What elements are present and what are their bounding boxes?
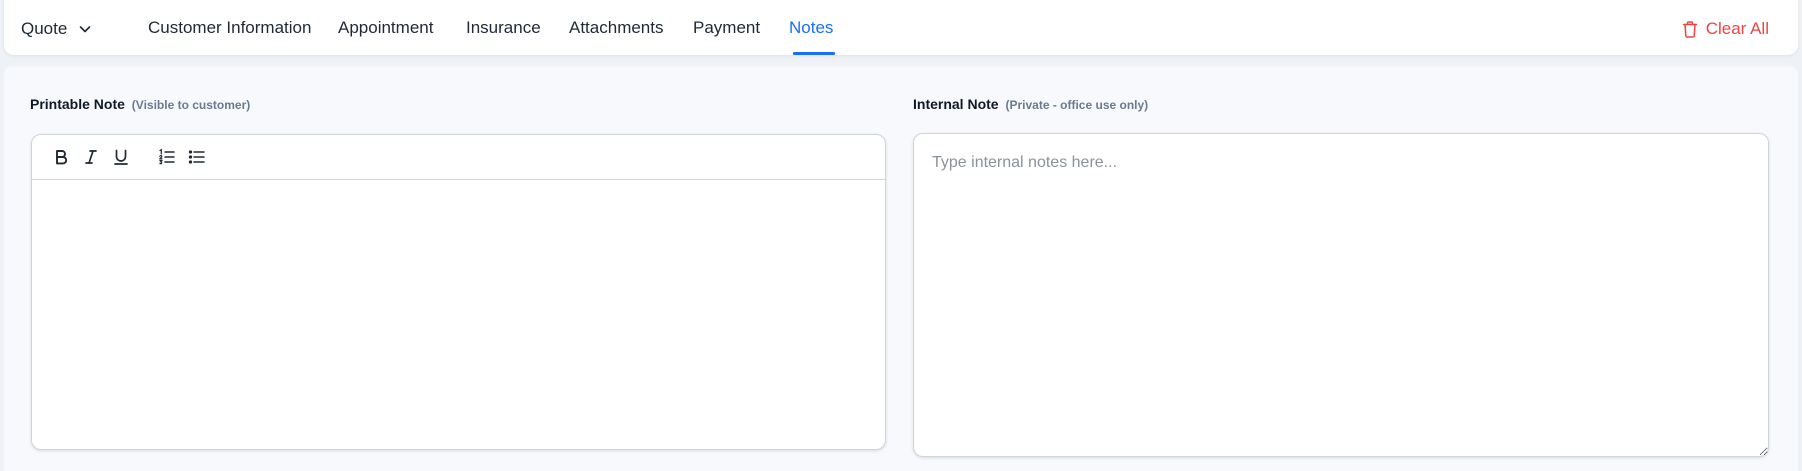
printable-note-body[interactable] [32,180,885,449]
bold-button[interactable] [46,142,76,172]
italic-icon [85,150,97,164]
ordered-list-button[interactable] [152,142,182,172]
printable-note-title: Printable Note [30,96,125,112]
underline-icon [114,149,128,165]
trash-icon [1682,20,1697,38]
internal-note-label: Internal Note (Private - office use only… [913,96,1148,112]
internal-note-hint: (Private - office use only) [1005,98,1149,112]
bullet-list-icon [188,150,205,164]
bullet-list-button[interactable] [182,142,212,172]
underline-button[interactable] [106,142,136,172]
internal-note-textarea[interactable] [913,133,1769,457]
tab-customer-information[interactable]: Customer Information [148,18,311,40]
internal-note-title: Internal Note [913,96,999,112]
printable-note-editor [31,134,886,450]
tab-appointment[interactable]: Appointment [338,18,433,40]
italic-button[interactable] [76,142,106,172]
clear-all-button[interactable]: Clear All [1682,18,1769,40]
tab-insurance[interactable]: Insurance [466,18,541,40]
printable-note-hint: (Visible to customer) [131,98,251,112]
tab-notes[interactable]: Notes [789,18,833,40]
bold-icon [56,150,68,165]
tab-payment[interactable]: Payment [693,18,760,40]
tab-attachments[interactable]: Attachments [569,18,664,40]
printable-note-label: Printable Note (Visible to customer) [30,96,250,112]
ordered-list-icon [159,148,175,165]
active-tab-indicator [793,52,835,55]
chevron-down-icon [80,26,91,33]
doc-type-label: Quote [21,19,68,38]
doc-type-dropdown[interactable]: Quote [21,18,93,40]
top-nav-bar: Quote Customer Information Appointment I… [4,0,1798,55]
clear-all-label: Clear All [1705,19,1769,38]
editor-toolbar [32,135,885,180]
